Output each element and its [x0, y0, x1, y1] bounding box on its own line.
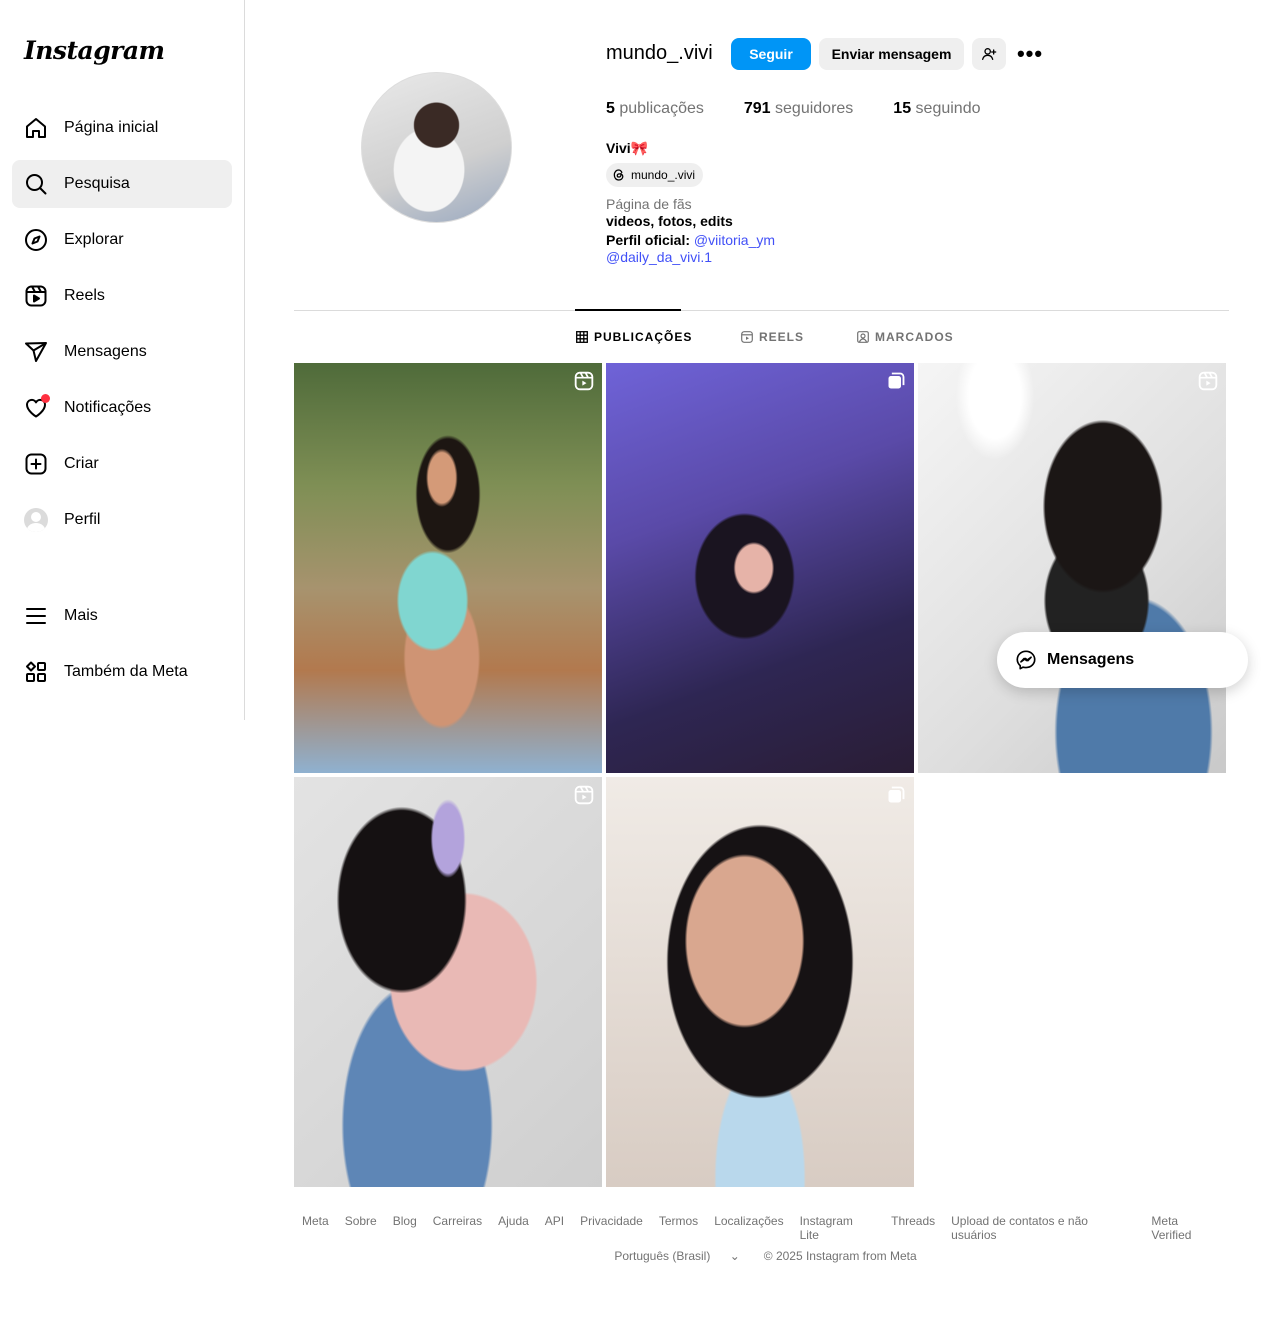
active-tab-indicator: [575, 309, 681, 311]
sidebar-item-label: Explorar: [64, 231, 124, 248]
tagged-icon: [857, 331, 869, 343]
footer-link[interactable]: Termos: [659, 1214, 698, 1242]
sidebar-item-reels[interactable]: Reels: [12, 272, 232, 320]
messenger-icon: [1016, 650, 1036, 670]
post-tile[interactable]: [606, 363, 914, 773]
footer-link[interactable]: Threads: [891, 1214, 935, 1242]
post-tile[interactable]: [294, 777, 602, 1187]
sidebar-item-search[interactable]: Pesquisa: [12, 160, 232, 208]
grid-icon: [576, 331, 588, 343]
post-tile[interactable]: [294, 363, 602, 773]
footer-link[interactable]: Meta Verified: [1151, 1214, 1221, 1242]
footer-link[interactable]: Blog: [393, 1214, 417, 1242]
sidebar-item-label: Criar: [64, 455, 99, 472]
sidebar-item-home[interactable]: Página inicial: [12, 104, 232, 152]
bio-line: videos, fotos, edits: [606, 213, 733, 229]
profile-category: Página de fãs: [606, 196, 692, 212]
sidebar-item-profile[interactable]: Perfil: [12, 496, 232, 544]
sidebar-item-label: Mais: [64, 607, 98, 624]
heart-icon: [24, 394, 50, 420]
more-options-button[interactable]: •••: [1014, 38, 1046, 70]
home-icon: [24, 116, 48, 140]
sidebar-item-messages[interactable]: Mensagens: [12, 328, 232, 376]
reel-badge-icon: [574, 785, 594, 805]
footer-link[interactable]: Privacidade: [580, 1214, 643, 1242]
notification-dot: [41, 394, 50, 403]
meta-apps-icon: [24, 660, 48, 684]
footer-link[interactable]: API: [545, 1214, 564, 1242]
profile-username: mundo_.vivi: [606, 42, 713, 64]
reels-icon: [741, 331, 753, 343]
tab-reels[interactable]: REELS: [741, 330, 804, 344]
reel-badge-icon: [574, 371, 594, 391]
profile-stats: 5 publicações 791 seguidores 15 seguindo: [606, 100, 1021, 118]
instagram-logo[interactable]: Instagram: [24, 36, 165, 65]
sidebar: Instagram Página inicial Pesquisa Explor…: [0, 0, 245, 720]
menu-icon: [24, 604, 48, 628]
tab-divider: [294, 310, 1229, 311]
send-icon: [24, 340, 48, 364]
sidebar-item-label: Perfil: [64, 511, 101, 528]
bio-line: Perfil oficial: @viitoria_ym: [606, 232, 776, 248]
post-tile[interactable]: [606, 777, 914, 1187]
language-select[interactable]: Português (Brasil) ⌄: [606, 1249, 747, 1263]
profile-avatar[interactable]: [361, 72, 512, 223]
messages-pill[interactable]: Mensagens: [997, 632, 1248, 688]
plus-square-icon: [24, 452, 48, 476]
sidebar-item-create[interactable]: Criar: [12, 440, 232, 488]
threads-handle: mundo_.vivi: [631, 168, 696, 182]
sidebar-item-label: Também da Meta: [64, 663, 188, 680]
footer-link[interactable]: Meta: [302, 1214, 329, 1242]
send-message-button[interactable]: Enviar mensagem: [819, 38, 964, 70]
chevron-down-icon: ⌄: [729, 1249, 740, 1263]
threads-badge[interactable]: mundo_.vivi: [606, 163, 704, 187]
sidebar-item-label: Mensagens: [64, 343, 147, 360]
sidebar-item-label: Notificações: [64, 399, 152, 416]
footer-link[interactable]: Upload de contatos e não usuários: [951, 1214, 1135, 1242]
sidebar-item-label: Pesquisa: [64, 175, 130, 192]
footer-link[interactable]: Ajuda: [498, 1214, 529, 1242]
add-user-icon: [982, 48, 997, 60]
reels-icon: [24, 284, 48, 308]
copyright: © 2025 Instagram from Meta: [763, 1249, 917, 1263]
threads-icon: [613, 169, 624, 181]
following-stat[interactable]: 15 seguindo: [893, 100, 980, 118]
search-icon: [24, 172, 48, 196]
sidebar-item-label: Reels: [64, 287, 105, 304]
sidebar-item-label: Página inicial: [64, 119, 159, 136]
footer-link[interactable]: Localizações: [714, 1214, 783, 1242]
sidebar-item-also-from-meta[interactable]: Também da Meta: [12, 648, 232, 696]
sidebar-item-more[interactable]: Mais: [12, 592, 232, 640]
bio-mention-link[interactable]: @viitoria_ym: [694, 232, 775, 248]
footer-links: Meta Sobre Blog Carreiras Ajuda API Priv…: [294, 1214, 1229, 1242]
suggested-users-button[interactable]: [972, 38, 1006, 70]
avatar-icon: [24, 508, 48, 532]
bio-mention-link[interactable]: @daily_da_vivi.1: [606, 249, 712, 265]
post-tile[interactable]: [918, 363, 1226, 773]
compass-icon: [24, 228, 48, 252]
footer-link[interactable]: Sobre: [345, 1214, 377, 1242]
tab-posts[interactable]: PUBLICAÇÕES: [576, 330, 692, 344]
followers-stat[interactable]: 791 seguidores: [744, 100, 853, 118]
reel-badge-icon: [1198, 371, 1218, 391]
sidebar-item-notifications[interactable]: Notificações: [12, 384, 232, 432]
posts-stat: 5 publicações: [606, 100, 704, 117]
carousel-badge-icon: [888, 372, 905, 389]
sidebar-item-explore[interactable]: Explorar: [12, 216, 232, 264]
footer-bottom: Português (Brasil) ⌄ © 2025 Instagram fr…: [294, 1249, 1229, 1263]
carousel-badge-icon: [888, 786, 905, 803]
footer-link[interactable]: Carreiras: [433, 1214, 482, 1242]
tab-tagged[interactable]: MARCADOS: [857, 330, 954, 344]
profile-display-name: Vivi🎀: [606, 140, 649, 156]
footer-link[interactable]: Instagram Lite: [800, 1214, 876, 1242]
follow-button[interactable]: Seguir: [731, 38, 811, 70]
